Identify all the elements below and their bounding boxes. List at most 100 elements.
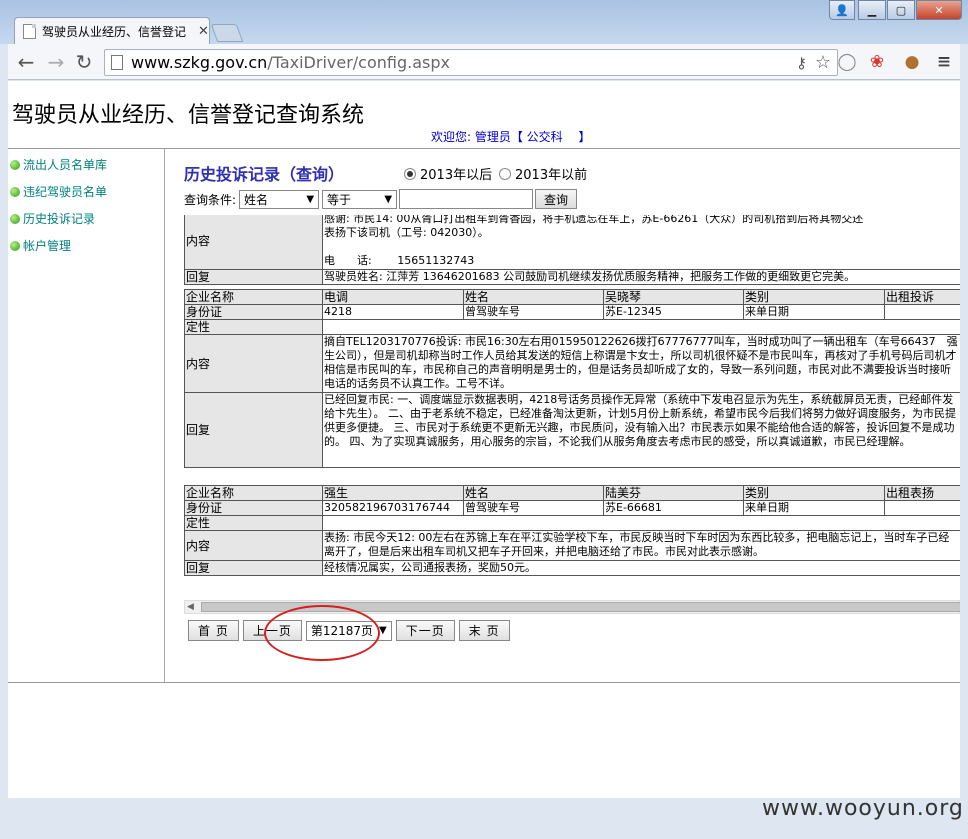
close-tab-icon[interactable]: ✕ [198,24,209,39]
next-page-button[interactable]: 下一页 [395,620,455,641]
name-value: 吴晓琴 [603,289,744,305]
address-bar[interactable]: www.szkg.gov.cn/TaxiDriver/config.aspx ⚷… [104,49,838,76]
reply-label: 回复 [184,269,323,285]
id-value: 4218 [322,304,464,320]
field-select[interactable]: 姓名 ▼ [239,189,320,209]
type-value: 出租表扬 [884,485,960,501]
type-value: 出租投诉 [884,289,960,305]
sidebar-item-complaints[interactable]: 历史投诉记录 [10,210,95,227]
radio-before-2013[interactable]: 2013年以前 [499,164,587,183]
nature-value [322,319,960,335]
window-titlebar: 驾驶员从业经历、信誉登记 ✕ 👤 ▁ ▢ ✕ [0,0,968,44]
bookmark-star-icon[interactable]: ☆ [815,52,831,73]
nature-label: 定性 [184,515,323,531]
main-frame: 流出人员名单库 违纪驾驶员名单 历史投诉记录 帐户管理 历史投诉记录（查询） 2… [8,148,960,683]
reload-icon[interactable]: ↻ [72,50,96,74]
radio-label: 2013年以前 [515,168,588,183]
operator-select-value: 等于 [327,192,352,207]
annotation-circle [264,605,380,661]
company-label: 企业名称 [184,289,323,305]
new-tab-button[interactable] [210,24,244,42]
cookie-icon[interactable]: ● [901,52,923,72]
id-label: 身份证 [184,500,323,516]
url-host: www.szkg.gov.cn [131,53,268,72]
name-value: 陆美芬 [603,485,744,501]
reply-label: 回复 [184,392,323,468]
extension-rings-icon[interactable]: ❀ [866,52,888,72]
query-button[interactable]: 查询 [535,189,578,209]
query-input[interactable] [399,189,534,209]
query-row: 查询条件: 姓名 ▼ 等于 ▼ 查询 [184,189,578,209]
date-label: 来单日期 [743,304,885,320]
record-content: 摘自TEL1203170776投诉: 市民16:30左右用01595012262… [322,334,960,393]
bullet-icon [10,213,20,224]
key-icon[interactable]: ⚷ [796,54,807,72]
tab-title: 驾驶员从业经历、信誉登记 [42,24,187,39]
scroll-left-icon[interactable]: ◀ [187,601,194,613]
sidebar-item-outflow[interactable]: 流出人员名单库 [10,156,107,173]
radio-label: 2013年以后 [420,168,493,183]
first-page-button[interactable]: 首 页 [188,620,239,641]
company-value: 电调 [322,289,464,305]
maximize-button[interactable]: ▢ [887,0,915,20]
date-value [884,500,960,516]
welcome-text: 欢迎您: 管理员【 公交科 】 [431,130,591,144]
last-page-button[interactable]: 末 页 [458,620,510,641]
content-area: 历史投诉记录（查询） 2013年以后 2013年以前 查询条件: 姓名 ▼ 等于 ▼… [166,149,960,682]
name-label: 姓名 [463,485,604,501]
plate-label: 曾驾驶车号 [463,304,604,320]
page-icon [111,55,123,70]
back-arrow-icon[interactable]: ← [14,50,38,74]
sidebar-item-violations[interactable]: 违纪驾驶员名单 [10,183,107,200]
bullet-icon [10,159,20,170]
record-reply: 驾驶员姓名: 江萍芳 13646201683 公司鼓励司机继续发扬优质服务精神，… [322,269,960,285]
sidebar: 流出人员名单库 违纪驾驶员名单 历史投诉记录 帐户管理 [8,149,165,682]
extension-circle-icon[interactable]: ◯ [836,52,858,72]
app-title: 驾驶员从业经历、信誉登记查询系统 [12,103,365,128]
section-title: 历史投诉记录（查询） [184,165,345,184]
nature-label: 定性 [184,319,323,335]
type-label: 类别 [743,485,885,501]
company-label: 企业名称 [184,485,323,501]
minimize-button[interactable]: ▁ [858,0,886,20]
close-window-button[interactable]: ✕ [916,0,962,20]
record-table: 内容 感谢: 市民14: 00从胥口打出租车到胥香园，将手机遗忘在车上，苏E-6… [184,215,960,285]
record-content: 感谢: 市民14: 00从胥口打出租车到胥香园，将手机遗忘在车上，苏E-6626… [322,215,960,270]
forward-arrow-icon[interactable]: → [44,50,68,74]
company-value: 强生 [322,485,464,501]
content-line: 感谢: 市民14: 00从胥口打出租车到胥香园，将手机遗忘在车上，苏E-6626… [324,215,864,225]
operator-select[interactable]: 等于 ▼ [322,189,398,209]
sidebar-item-label: 流出人员名单库 [23,158,108,172]
user-icon[interactable]: 👤 [829,0,855,20]
menu-icon[interactable]: ≡ [933,52,955,72]
id-value: 320582196703176744 [322,500,464,516]
content-label: 内容 [184,334,323,393]
nature-value [322,515,960,531]
date-value [884,304,960,320]
browser-tab[interactable]: 驾驶员从业经历、信誉登记 ✕ [14,17,210,44]
radio-unselected-icon [499,167,511,180]
record-reply: 已经回复市民: 一、调度端显示数据表明，4218号话务员操作无异常（系统中下发电… [322,392,960,468]
field-select-value: 姓名 [244,192,269,207]
radio-selected-icon [404,167,416,180]
record-table: 企业名称 电调 姓名 吴晓琴 类别 出租投诉 身份证 4218 曾驾驶车号 苏E-12345 来单… [184,289,960,468]
page-icon [23,23,36,39]
record-table: 企业名称 强生 姓名 陆美芬 类别 出租表扬 身份证 320582196703176744 曾… [184,485,960,576]
sidebar-item-account[interactable]: 帐户管理 [10,237,71,254]
radio-after-2013[interactable]: 2013年以后 [404,164,492,183]
sidebar-item-label: 违纪驾驶员名单 [23,185,108,199]
id-label: 身份证 [184,304,323,320]
content-line: 表扬下该司机（工号: 042030）。 [324,226,489,239]
type-label: 类别 [743,289,885,305]
dropdown-arrow-icon: ▼ [379,625,387,636]
bullet-icon [10,186,20,197]
content-line: 电 话: 15651132743 [324,254,475,267]
date-label: 来单日期 [743,500,885,516]
bullet-icon [10,240,20,251]
watermark: www.wooyun.org [762,796,964,821]
content-line [324,240,959,254]
page-viewport: 驾驶员从业经历、信誉登记查询系统 欢迎您: 管理员【 公交科 】 流出人员名单库… [8,81,960,798]
record-content: 表扬: 市民今天12: 00左右在苏锦上车在平江实验学校下车，市民反映当时下车时… [322,530,960,561]
dropdown-arrow-icon: ▼ [306,193,315,205]
plate-label: 曾驾驶车号 [463,500,604,516]
